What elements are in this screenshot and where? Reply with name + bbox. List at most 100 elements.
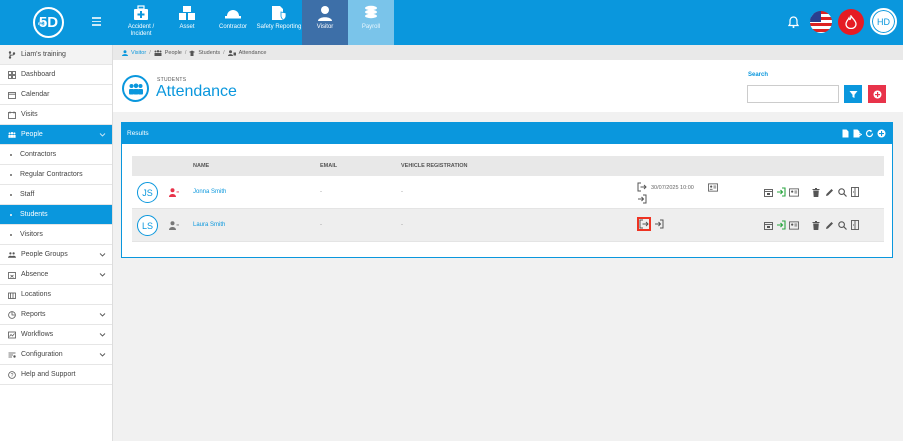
module-payroll[interactable]: Payroll — [348, 0, 394, 45]
sidebar-item-label: People Groups — [21, 251, 68, 258]
sidebar-item-label: Staff — [20, 191, 35, 198]
menu-toggle-icon[interactable] — [92, 17, 101, 26]
module-asset[interactable]: Asset — [164, 0, 210, 45]
sidebar-item-staff[interactable]: Staff — [0, 185, 112, 205]
refresh-icon[interactable] — [865, 128, 874, 138]
sidebar-item-absence[interactable]: Absence — [0, 265, 112, 285]
sidebar-item-calendar[interactable]: Calendar — [0, 85, 112, 105]
person-email: - — [320, 189, 322, 195]
door-icon[interactable] — [850, 187, 860, 197]
person-vehicle: - — [401, 189, 403, 195]
calendar-icon — [8, 91, 16, 99]
trash-icon[interactable] — [811, 187, 821, 197]
edit-pencil-icon[interactable] — [824, 187, 834, 197]
module-bar: Accident / Incident Asset Contractor Saf… — [118, 0, 394, 45]
chevron-down-icon — [99, 333, 106, 337]
people-icon — [154, 49, 162, 56]
plus-circle-icon — [873, 90, 881, 98]
calendar-icon[interactable] — [763, 220, 773, 230]
filter-button[interactable] — [844, 85, 862, 103]
sidebar-item-liams-training[interactable]: Liam's training — [0, 45, 112, 65]
add-button[interactable] — [868, 85, 886, 103]
sidebar-item-visitors[interactable]: Visitors — [0, 225, 112, 245]
attendance-icon — [227, 49, 236, 56]
column-name[interactable]: NAME — [193, 163, 209, 169]
trash-icon[interactable] — [811, 220, 821, 230]
person-name[interactable]: Laura Smith — [193, 222, 225, 228]
breadcrumb-people[interactable]: People — [165, 50, 182, 56]
add-circle-icon[interactable] — [877, 128, 886, 138]
app-logo[interactable]: FCS 5D — [33, 7, 64, 38]
attendance-people-icon — [122, 75, 149, 102]
filter-icon — [849, 90, 857, 98]
column-email[interactable]: EMAIL — [320, 163, 337, 169]
first-aid-kit-icon — [131, 4, 151, 22]
id-card-icon[interactable] — [708, 182, 718, 192]
bell-icon[interactable] — [782, 11, 804, 33]
page-header: STUDENTS Attendance Search — [113, 60, 903, 112]
breadcrumb-students[interactable]: Students — [198, 50, 220, 56]
table-row[interactable]: JS Jonna Smith - - 30/07/2025 10:00 — [132, 176, 884, 209]
fire-alert-icon[interactable] — [838, 8, 864, 35]
sign-out-icon[interactable] — [637, 194, 647, 204]
sidebar-item-label: Regular Contractors — [20, 171, 83, 178]
sidebar-item-dashboard[interactable]: Dashboard — [0, 65, 112, 85]
table-header: NAME EMAIL VEHICLE REGISTRATION — [132, 156, 884, 176]
chevron-down-icon — [99, 353, 106, 357]
sidebar-item-help-and-support[interactable]: ? Help and Support — [0, 365, 112, 385]
sign-in-icon[interactable] — [776, 220, 786, 230]
export-pdf-icon[interactable] — [841, 128, 850, 138]
edit-pencil-icon[interactable] — [824, 220, 834, 230]
sidebar-item-visits[interactable]: Visits — [0, 105, 112, 125]
top-bar: FCS 5D Accident / Incident Asset Contrac… — [0, 0, 903, 45]
sign-in-icon[interactable] — [639, 219, 649, 229]
search-icon[interactable] — [837, 187, 847, 197]
sidebar-item-contractors[interactable]: Contractors — [0, 145, 112, 165]
sidebar-item-locations[interactable]: Locations — [0, 285, 112, 305]
results-title: Results — [127, 130, 149, 137]
calendar-icon[interactable] — [763, 187, 773, 197]
sidebar-item-workflows[interactable]: Workflows — [0, 325, 112, 345]
people-groups-icon — [8, 251, 16, 259]
attendance-cell: 30/07/2025 10:00 — [637, 181, 737, 205]
sidebar-item-people-groups[interactable]: People Groups — [0, 245, 112, 265]
people-icon — [8, 131, 16, 139]
person-name[interactable]: Jonna Smith — [193, 189, 226, 195]
sidebar-item-label: People — [21, 131, 43, 138]
visits-icon — [8, 111, 16, 119]
sidebar-item-label: Workflows — [21, 331, 54, 338]
sidebar-item-people[interactable]: People — [0, 125, 112, 145]
row-actions — [763, 187, 860, 197]
sidebar-item-label: Configuration — [21, 351, 63, 358]
sidebar-item-label: Calendar — [21, 91, 50, 98]
id-card-icon[interactable] — [789, 187, 799, 197]
breadcrumb-visitor[interactable]: Visitor — [131, 50, 146, 56]
export-file-icon[interactable] — [853, 128, 862, 138]
sign-out-icon[interactable] — [654, 219, 664, 229]
breadcrumb-attendance: Attendance — [238, 49, 267, 56]
user-avatar[interactable]: HD — [870, 8, 897, 35]
table-row[interactable]: LS Laura Smith - - — [132, 209, 884, 242]
module-contractor[interactable]: Contractor — [210, 0, 256, 45]
sidebar-item-regular-contractors[interactable]: Regular Contractors — [0, 165, 112, 185]
payroll-coins-icon — [361, 4, 381, 22]
sign-in-icon[interactable] — [776, 187, 786, 197]
sidebar-item-students[interactable]: Students — [0, 205, 112, 225]
svg-text:?: ? — [11, 372, 14, 378]
search-input[interactable] — [747, 85, 839, 103]
search-icon[interactable] — [837, 220, 847, 230]
signed-in-time: 30/07/2025 10:00 — [651, 185, 694, 191]
person-vehicle: - — [401, 222, 403, 228]
sign-in-time-icon — [637, 182, 647, 192]
module-safety-reporting[interactable]: Safety Reporting — [256, 0, 302, 45]
module-visitor[interactable]: Visitor — [302, 0, 348, 45]
door-icon[interactable] — [850, 220, 860, 230]
sidebar-item-configuration[interactable]: Configuration — [0, 345, 112, 365]
sidebar-item-reports[interactable]: Reports — [0, 305, 112, 325]
person-add-icon — [169, 188, 179, 197]
column-vehicle-registration[interactable]: VEHICLE REGISTRATION — [401, 163, 468, 169]
module-accident-incident[interactable]: Accident / Incident — [118, 0, 164, 45]
id-card-icon[interactable] — [789, 220, 799, 230]
us-flag-icon[interactable] — [810, 10, 832, 33]
absence-icon — [8, 271, 16, 279]
